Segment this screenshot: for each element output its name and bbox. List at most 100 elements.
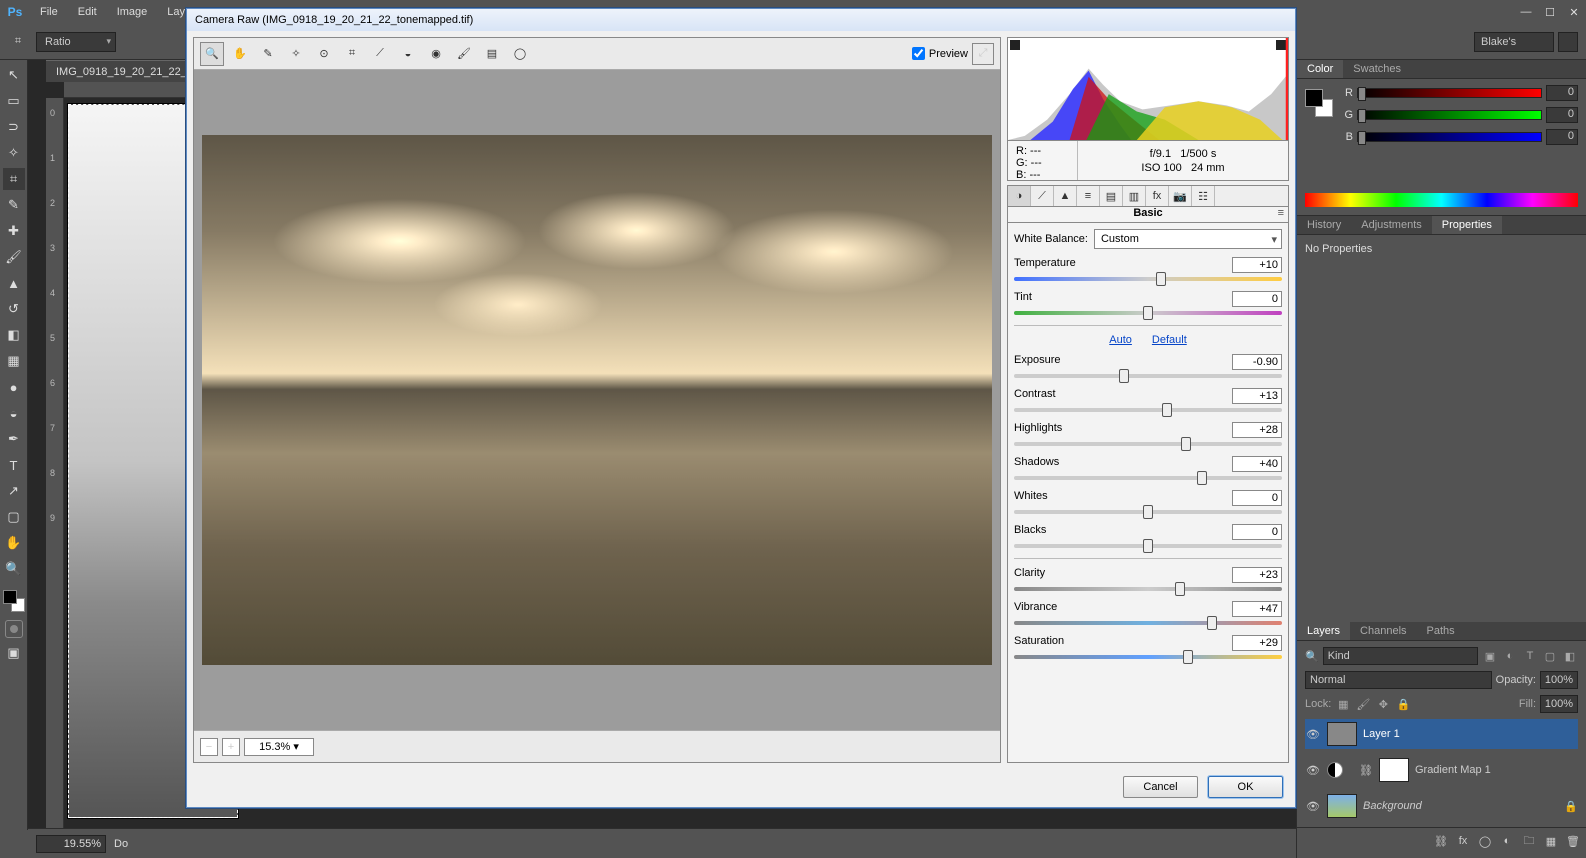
history-brush-tool[interactable]: ↺ (3, 298, 25, 320)
layer-filter-icon[interactable]: 🔍 (1305, 650, 1319, 663)
cr-zoom-tool[interactable]: 🔍 (200, 42, 224, 66)
minimize-button[interactable]: — (1514, 2, 1538, 22)
ok-button[interactable]: OK (1208, 776, 1283, 798)
screen-mode-toggle[interactable]: ▣ (3, 642, 25, 664)
path-tool[interactable]: ↗ (3, 480, 25, 502)
slider-thumb[interactable] (1183, 650, 1193, 664)
slider-value-input[interactable] (1232, 490, 1282, 506)
cr-radial-tool[interactable]: ◯ (508, 42, 532, 66)
tab-camera-icon[interactable]: 📷 (1169, 186, 1192, 206)
layer-name[interactable]: Background (1363, 800, 1558, 812)
cr-wb-tool[interactable]: ✎ (256, 42, 280, 66)
g-value[interactable]: 0 (1546, 107, 1578, 123)
slider-thumb[interactable] (1143, 306, 1153, 320)
lock-pixels-icon[interactable]: 🖌 (1355, 696, 1371, 712)
blend-mode-select[interactable]: Normal (1305, 671, 1492, 689)
visibility-icon[interactable]: 👁 (1305, 728, 1321, 741)
pen-tool[interactable]: ✒ (3, 428, 25, 450)
camera-raw-preview[interactable] (202, 135, 992, 665)
visibility-icon[interactable]: 👁 (1305, 800, 1321, 813)
b-value[interactable]: 0 (1546, 129, 1578, 145)
eraser-tool[interactable]: ◧ (3, 324, 25, 346)
fx-icon[interactable]: fx (1454, 832, 1472, 850)
layer-row[interactable]: 👁 Layer 1 (1305, 719, 1578, 749)
tab-adjustments[interactable]: Adjustments (1351, 216, 1432, 234)
layer-name[interactable]: Gradient Map 1 (1415, 764, 1578, 776)
cr-crop-tool[interactable]: ⌗ (340, 42, 364, 66)
slider-thumb[interactable] (1156, 272, 1166, 286)
heal-tool[interactable]: ✚ (3, 220, 25, 242)
slider-thumb[interactable] (1143, 505, 1153, 519)
slider-value-input[interactable] (1232, 257, 1282, 273)
lasso-tool[interactable]: ⊃ (3, 116, 25, 138)
r-slider[interactable] (1357, 88, 1542, 98)
default-link[interactable]: Default (1152, 334, 1187, 346)
tab-curve-icon[interactable]: ⟋ (1031, 186, 1054, 206)
quick-mask-toggle[interactable] (5, 620, 23, 638)
b-slider[interactable] (1357, 132, 1542, 142)
filter-smart-icon[interactable]: ◧ (1562, 648, 1578, 664)
cr-straighten-tool[interactable]: ⟋ (368, 42, 392, 66)
gradient-tool[interactable]: ▦ (3, 350, 25, 372)
tab-hsl-icon[interactable]: ≡ (1077, 186, 1100, 206)
slider-track[interactable] (1014, 587, 1282, 591)
auto-link[interactable]: Auto (1109, 334, 1132, 346)
tab-detail-icon[interactable]: ▲ (1054, 186, 1077, 206)
move-tool[interactable]: ↖ (3, 64, 25, 86)
filter-adj-icon[interactable]: ◐ (1502, 648, 1518, 664)
crop-ratio-select[interactable]: Ratio (36, 32, 116, 52)
menu-image[interactable]: Image (107, 0, 158, 24)
slider-track[interactable] (1014, 655, 1282, 659)
slider-thumb[interactable] (1181, 437, 1191, 451)
tab-channels[interactable]: Channels (1350, 622, 1416, 640)
new-layer-icon[interactable]: ▦ (1542, 832, 1560, 850)
tab-layers[interactable]: Layers (1297, 622, 1350, 640)
slider-track[interactable] (1014, 510, 1282, 514)
cr-sampler-tool[interactable]: ✧ (284, 42, 308, 66)
slider-track[interactable] (1014, 374, 1282, 378)
slider-value-input[interactable] (1232, 422, 1282, 438)
tab-fx-icon[interactable]: fx (1146, 186, 1169, 206)
zoom-tool[interactable]: 🔍 (3, 558, 25, 580)
look-trans-icon[interactable]: ▦ (1335, 696, 1351, 712)
cr-redeye-tool[interactable]: ◉ (424, 42, 448, 66)
tab-preset-icon[interactable]: ☷ (1192, 186, 1215, 206)
cancel-button[interactable]: Cancel (1123, 776, 1198, 798)
layer-filter-select[interactable]: Kind (1323, 647, 1478, 665)
wb-select[interactable]: Custom (1094, 229, 1282, 249)
tab-split-icon[interactable]: ▤ (1100, 186, 1123, 206)
menu-edit[interactable]: Edit (68, 0, 107, 24)
slider-thumb[interactable] (1197, 471, 1207, 485)
slider-value-input[interactable] (1232, 601, 1282, 617)
stamp-tool[interactable]: ▲ (3, 272, 25, 294)
cr-target-tool[interactable]: ⊙ (312, 42, 336, 66)
cr-hand-tool[interactable]: ✋ (228, 42, 252, 66)
tab-basic-icon[interactable]: ◑ (1008, 186, 1031, 206)
fg-bg-swatch[interactable] (3, 590, 25, 612)
fullscreen-toggle[interactable]: ⤢ (972, 43, 994, 65)
spectrum-picker[interactable] (1305, 193, 1578, 207)
filter-shape-icon[interactable]: ▢ (1542, 648, 1558, 664)
lock-pos-icon[interactable]: ✥ (1375, 696, 1391, 712)
slider-track[interactable] (1014, 476, 1282, 480)
zoom-out-button[interactable]: − (200, 738, 218, 756)
lock-all-icon[interactable]: 🔒 (1395, 696, 1411, 712)
wand-tool[interactable]: ✧ (3, 142, 25, 164)
slider-value-input[interactable] (1232, 388, 1282, 404)
link-icon[interactable]: ⛓ (1359, 764, 1373, 777)
link-layers-icon[interactable]: ⛓ (1432, 832, 1450, 850)
zoom-in-button[interactable]: + (222, 738, 240, 756)
slider-value-input[interactable] (1232, 635, 1282, 651)
slider-track[interactable] (1014, 544, 1282, 548)
layer-name[interactable]: Layer 1 (1363, 728, 1578, 740)
preview-checkbox[interactable] (912, 47, 925, 60)
slider-value-input[interactable] (1232, 456, 1282, 472)
g-slider[interactable] (1357, 110, 1542, 120)
slider-thumb[interactable] (1175, 582, 1185, 596)
search-icon[interactable] (1558, 32, 1578, 52)
slider-value-input[interactable] (1232, 524, 1282, 540)
slider-track[interactable] (1014, 621, 1282, 625)
slider-value-input[interactable] (1232, 291, 1282, 307)
slider-track[interactable] (1014, 408, 1282, 412)
marquee-tool[interactable]: ▭ (3, 90, 25, 112)
